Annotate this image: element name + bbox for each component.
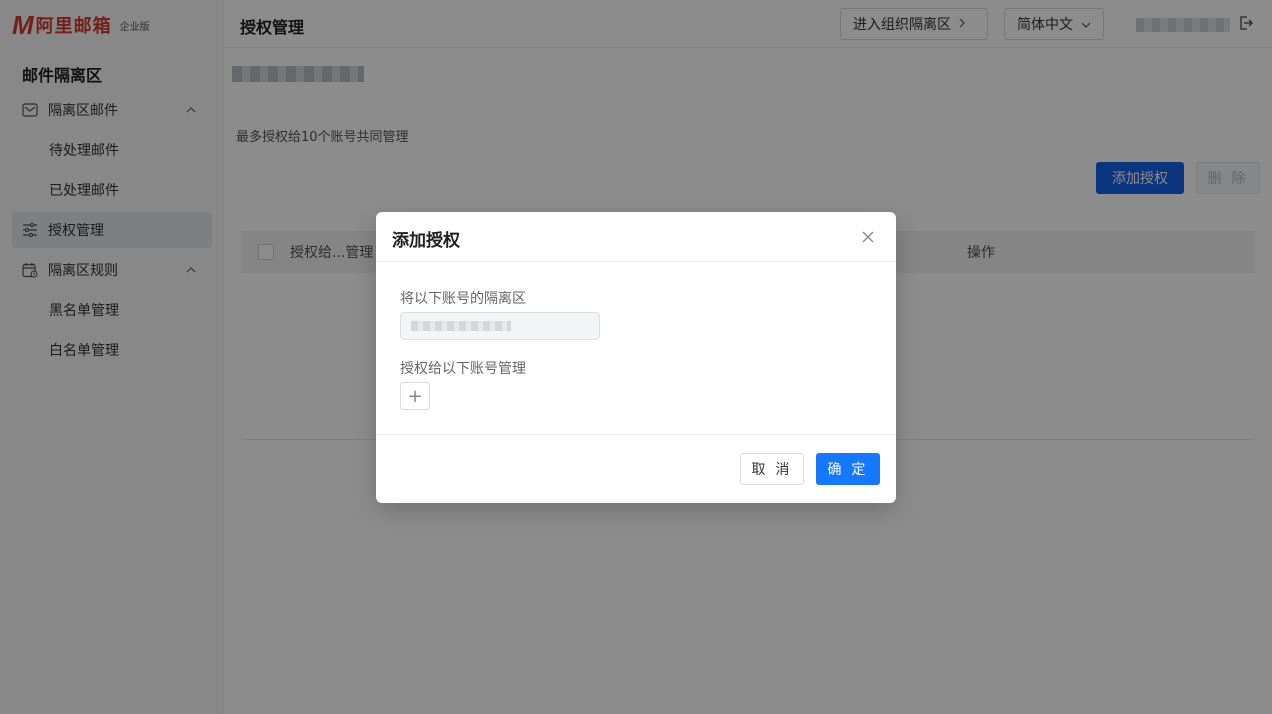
confirm-button[interactable]: 确 定 <box>816 453 880 485</box>
target-account-label: 授权给以下账号管理 <box>400 361 526 377</box>
source-account-redacted <box>411 321 511 331</box>
dialog-divider <box>376 261 896 262</box>
add-authorization-dialog: 添加授权 将以下账号的隔离区 授权给以下账号管理 + 取 消 确 定 <box>376 212 896 503</box>
dialog-divider <box>376 434 896 435</box>
close-icon[interactable] <box>859 228 877 246</box>
plus-icon: + <box>407 385 423 407</box>
dialog-title: 添加授权 <box>392 231 460 251</box>
source-account-label: 将以下账号的隔离区 <box>400 291 526 307</box>
cancel-button[interactable]: 取 消 <box>740 453 804 485</box>
add-account-button[interactable]: + <box>400 382 430 410</box>
source-account-field <box>400 312 600 340</box>
